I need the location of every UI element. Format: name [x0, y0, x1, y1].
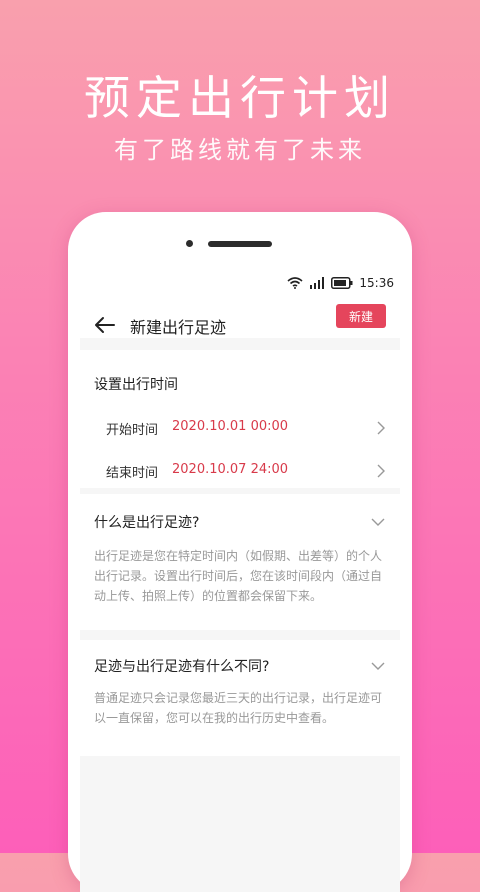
promo-subline: 有了路线就有了未来 — [114, 136, 366, 164]
end-time-value: 2020.10.07 24:00 — [172, 462, 289, 477]
end-time-row[interactable]: 结束时间 2020.10.07 24:00 — [80, 451, 400, 491]
content-area: 设置出行时间 开始时间 2020.10.01 00:00 结束时间 2020.1… — [80, 338, 400, 892]
start-time-value: 2020.10.01 00:00 — [172, 419, 289, 434]
chevron-right-icon — [377, 464, 385, 478]
time-section: 设置出行时间 开始时间 2020.10.01 00:00 结束时间 2020.1… — [80, 350, 400, 488]
faq-question: 足迹与出行足迹有什么不同? — [94, 659, 270, 675]
start-time-row[interactable]: 开始时间 2020.10.01 00:00 — [80, 408, 400, 448]
faq-answer: 普通足迹只会记录您最近三天的出行记录，出行足迹可以一直保留，您可以在我的出行历史… — [94, 691, 383, 725]
page-title: 新建出行足迹 — [130, 318, 227, 337]
faq-item: 什么是出行足迹? 出行足迹是您在特定时间内（如假期、出差等）的个人出行记录。设置… — [80, 494, 400, 630]
status-time: 15:36 — [359, 276, 394, 290]
chevron-right-icon — [377, 421, 385, 435]
phone-frame: 15:36 新建出行足迹 新建 设置出行时间 开始时间 2020.10.01 0… — [68, 212, 412, 892]
start-time-label: 开始时间 — [106, 423, 159, 438]
wifi-icon — [287, 277, 303, 289]
end-time-label: 结束时间 — [106, 466, 159, 481]
promo-headline: 预定出行计划 — [84, 71, 396, 125]
faq-item: 足迹与出行足迹有什么不同? 普通足迹只会记录您最近三天的出行记录，出行足迹可以一… — [80, 640, 400, 756]
faq-question: 什么是出行足迹? — [94, 515, 200, 531]
status-bar: 15:36 — [287, 276, 394, 290]
chevron-down-icon[interactable] — [370, 660, 386, 672]
signal-icon — [309, 277, 325, 289]
chevron-down-icon[interactable] — [370, 516, 386, 528]
camera-dot — [186, 240, 193, 247]
speaker-bar — [208, 241, 272, 247]
faq-answer: 出行足迹是您在特定时间内（如假期、出差等）的个人出行记录。设置出行时间后，您在该… — [94, 549, 383, 603]
new-button[interactable]: 新建 — [336, 304, 386, 328]
time-section-title: 设置出行时间 — [94, 377, 178, 393]
battery-icon — [331, 277, 353, 289]
back-arrow-icon[interactable] — [92, 312, 118, 338]
